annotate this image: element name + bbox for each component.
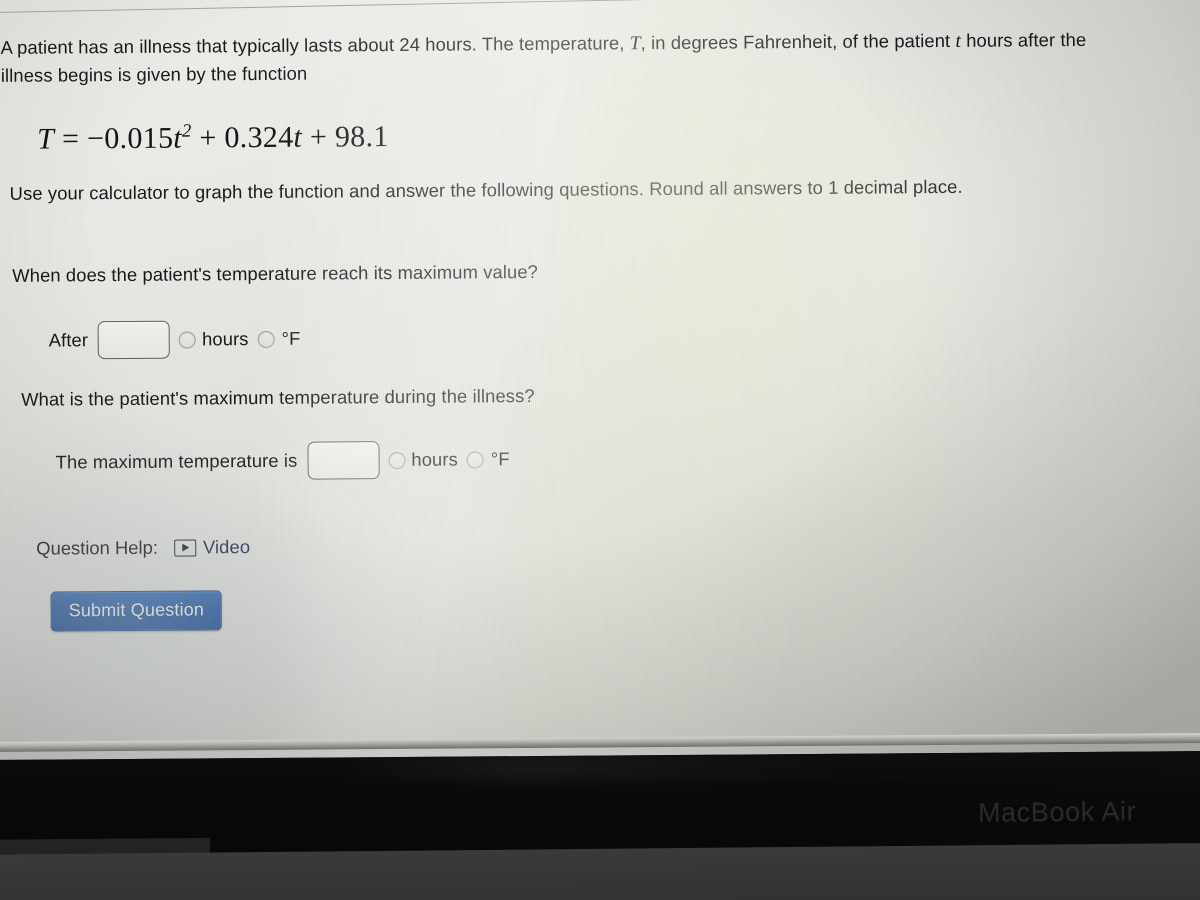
answer-one-unit-degrees-label: °F: [281, 327, 301, 349]
instructions-text: Use your calculator to graph the functio…: [9, 175, 963, 204]
answer-row-two: The maximum temperature is hours °F: [55, 440, 510, 481]
formula-lhs: T: [37, 122, 55, 156]
formula-term1-variable: t: [173, 121, 183, 155]
formula-term1-exponent: 2: [181, 120, 192, 142]
section-divider: [0, 0, 1112, 13]
question-two-text: What is the patient's maximum temperatur…: [21, 384, 535, 410]
formula-plus-2: +: [309, 120, 328, 154]
formula-constant: 98.1: [334, 120, 389, 154]
answer-two-radio-hours[interactable]: [388, 451, 406, 469]
answer-two-input[interactable]: [307, 441, 380, 480]
answer-two-unit-hours-label: hours: [411, 448, 458, 470]
macbook-air-brand-label: MacBook Air: [977, 796, 1137, 828]
submit-question-button[interactable]: Submit Question: [50, 590, 223, 632]
laptop-screen: A patient has an illness that typically …: [0, 0, 1200, 760]
screen-surface: A patient has an illness that typically …: [0, 0, 1200, 760]
formula-term1-coefficient: −0.015: [86, 121, 174, 156]
prompt-text-part-2: , in degrees Fahrenheit, of the patient: [640, 29, 956, 54]
answer-one-unit-hours-label: hours: [201, 328, 249, 350]
answer-one-radio-hours[interactable]: [178, 330, 197, 349]
question-help-label: Question Help:: [36, 536, 158, 559]
answer-two-unit-degrees-label: °F: [490, 448, 510, 470]
question-one-text: When does the patient's temperature reac…: [12, 260, 539, 286]
answer-one-input[interactable]: [97, 320, 171, 360]
video-link-label: Video: [202, 536, 251, 558]
prompt-text-part-1: A patient has an illness that typically …: [0, 32, 630, 58]
answer-one-label: After: [48, 329, 89, 351]
formula-term2-coefficient: 0.324: [224, 120, 294, 155]
math-variable-T: T: [629, 33, 641, 55]
question-prompt: A patient has an illness that typically …: [0, 26, 1086, 89]
formula-plus-1: +: [199, 121, 217, 155]
video-help-link[interactable]: Video: [173, 536, 251, 559]
browser-page-content: A patient has an illness that typically …: [0, 0, 1185, 740]
answer-one-radio-degrees[interactable]: [257, 330, 275, 348]
formula-term2-variable: t: [293, 120, 303, 154]
formula-equals: =: [61, 122, 80, 156]
formula-display: T = −0.015t2 + 0.324t + 98.1: [37, 119, 389, 157]
answer-row-one: After hours °F: [49, 320, 301, 360]
photo-of-laptop-screen: A patient has an illness that typically …: [0, 0, 1200, 900]
play-video-icon: [173, 538, 196, 557]
answer-two-label: The maximum temperature is: [55, 449, 298, 473]
answer-two-radio-degrees[interactable]: [466, 450, 484, 468]
question-help-row: Question Help: Video: [36, 536, 250, 560]
